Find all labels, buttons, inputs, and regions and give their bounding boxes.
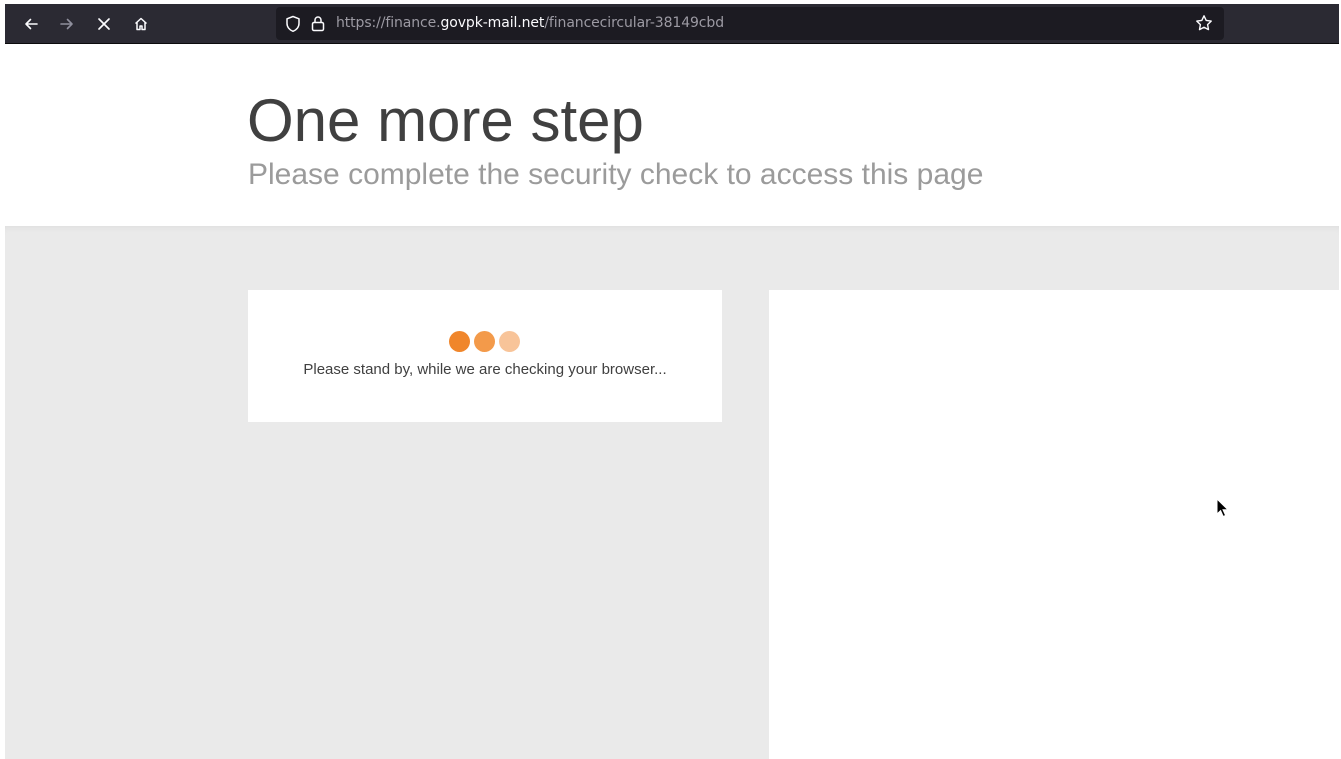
- arrow-right-icon: [60, 18, 73, 30]
- loading-dot: [474, 331, 495, 352]
- back-button[interactable]: [19, 12, 43, 36]
- loading-dot: [499, 331, 520, 352]
- lock-icon[interactable]: [311, 15, 325, 32]
- star-icon[interactable]: [1195, 14, 1213, 32]
- page-subtitle: Please complete the security check to ac…: [248, 158, 984, 191]
- loading-dot: [449, 331, 470, 352]
- home-button[interactable]: [129, 12, 153, 36]
- browser-toolbar: https://finance.govpk-mail.net/financeci…: [5, 4, 1339, 44]
- page-title: One more step: [247, 87, 644, 154]
- shield-icon[interactable]: [285, 15, 301, 33]
- url-scheme: https://: [336, 15, 386, 31]
- mouse-cursor-icon: [1216, 498, 1230, 518]
- stop-button[interactable]: [92, 12, 116, 36]
- browser-window: https://finance.govpk-mail.net/financeci…: [5, 4, 1339, 759]
- home-icon: [134, 17, 148, 31]
- url-domain: govpk-mail.net: [440, 15, 545, 31]
- arrow-left-icon: [25, 18, 38, 30]
- close-icon: [98, 18, 110, 30]
- check-message: Please stand by, while we are checking y…: [303, 361, 667, 378]
- address-bar[interactable]: https://finance.govpk-mail.net/financeci…: [276, 7, 1224, 40]
- url-text[interactable]: https://finance.govpk-mail.net/financeci…: [336, 7, 724, 40]
- right-panel: [769, 290, 1339, 759]
- url-path: /financecircular-38149cbd: [544, 15, 724, 31]
- loading-indicator: [449, 331, 521, 353]
- forward-button[interactable]: [55, 12, 79, 36]
- browser-check-card: Please stand by, while we are checking y…: [248, 290, 722, 422]
- url-subdomain: finance.: [385, 15, 441, 31]
